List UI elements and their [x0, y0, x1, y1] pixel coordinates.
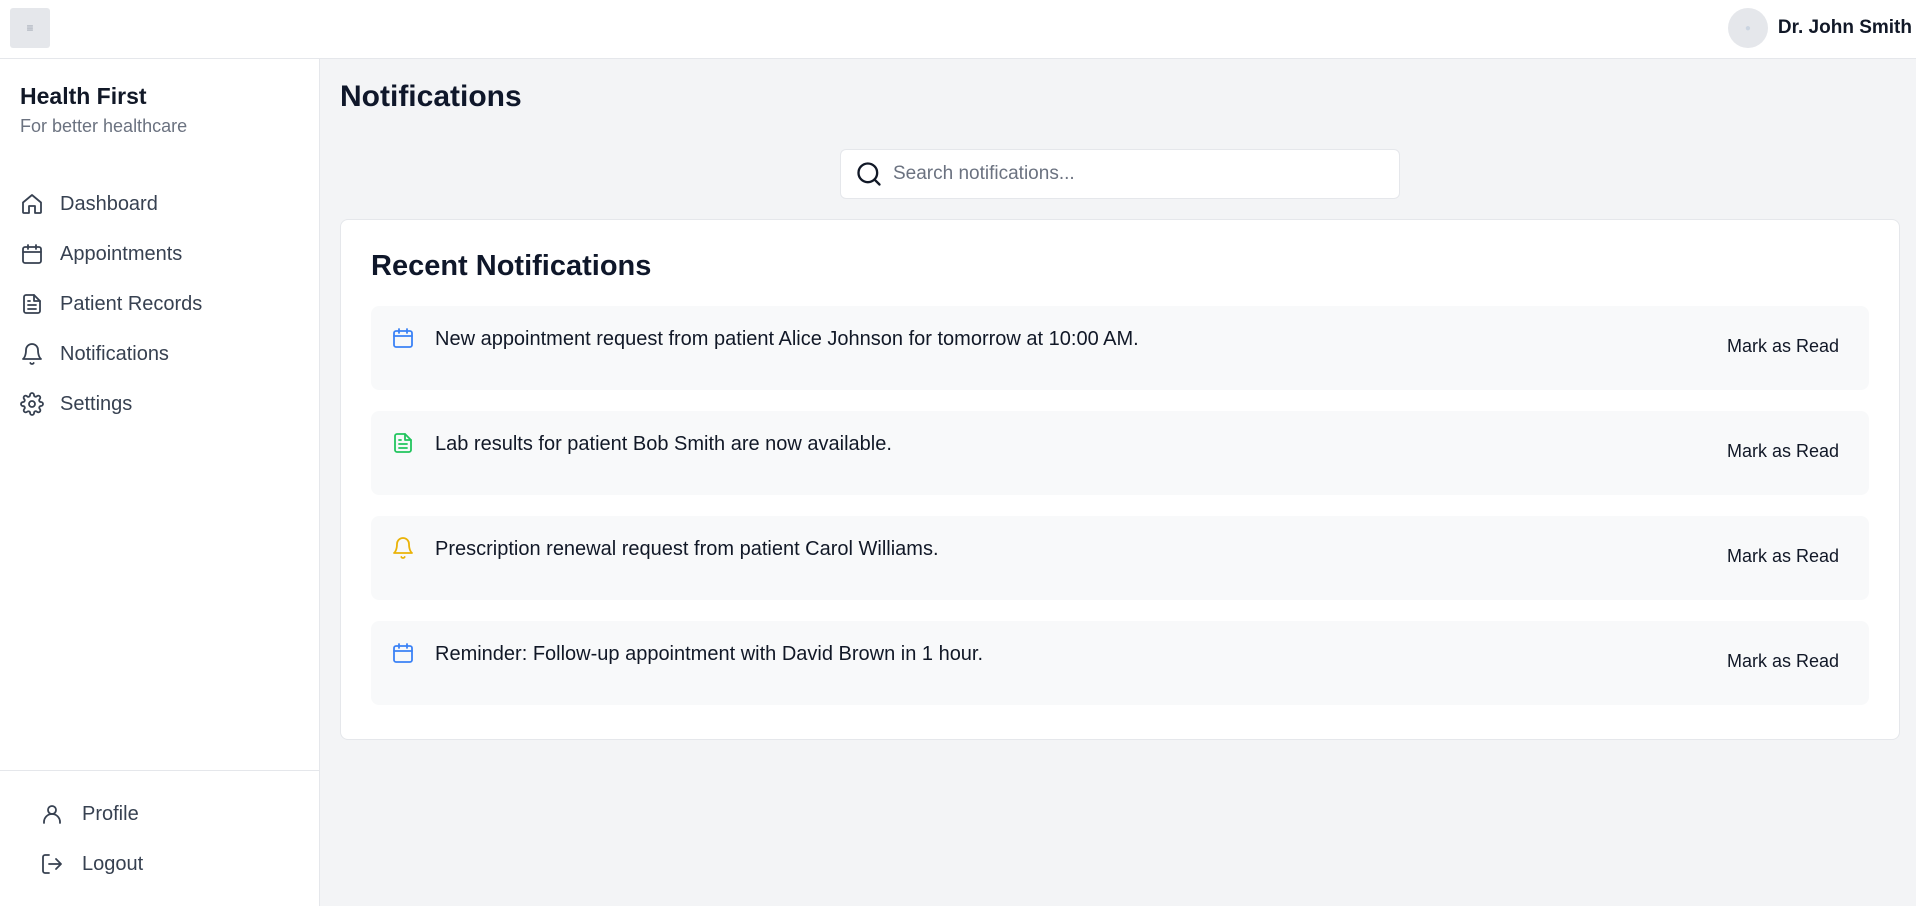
notification-item: New appointment request from patient Ali… [371, 306, 1869, 390]
brand: Health First For better healthcare [20, 83, 187, 137]
page-title: Notifications [340, 80, 522, 113]
notifications-card: Recent Notifications New appointment req… [340, 219, 1900, 740]
bell-icon [393, 537, 413, 559]
notification-item: Prescription renewal request from patien… [371, 516, 1869, 600]
calendar-icon [393, 643, 413, 663]
calendar-icon [22, 244, 42, 264]
top-bar: ≡ ● Dr. John Smith [0, 0, 1916, 59]
sidebar-item-label: Appointments [60, 242, 183, 265]
sidebar: Health First For better healthcare Dashb… [0, 59, 320, 906]
search-box[interactable] [840, 149, 1400, 199]
bell-icon [22, 343, 42, 365]
mark-as-read-button[interactable]: Mark as Read [1727, 336, 1839, 357]
search-input[interactable] [893, 163, 1373, 185]
gear-icon [20, 392, 44, 416]
logout-icon [42, 854, 62, 874]
card-title: Recent Notifications [371, 250, 652, 282]
sidebar-item-label: Logout [82, 852, 144, 875]
search-icon [857, 162, 881, 186]
sidebar-item-profile[interactable]: Profile [40, 789, 320, 839]
user-avatar-icon: ● [1744, 22, 1751, 34]
sidebar-item-label: Patient Records [60, 292, 203, 315]
mark-as-read-button[interactable]: Mark as Read [1727, 651, 1839, 672]
sidebar-item-logout[interactable]: Logout [40, 839, 320, 889]
sidebar-nav: Dashboard Appointments Patient Records N… [20, 179, 300, 429]
notification-list: New appointment request from patient Ali… [371, 306, 1869, 705]
sidebar-item-label: Profile [82, 802, 139, 825]
document-icon [394, 433, 412, 453]
sidebar-item-label: Dashboard [60, 192, 158, 215]
notification-text: Reminder: Follow-up appointment with Dav… [435, 643, 984, 665]
sidebar-item-notifications[interactable]: Notifications [20, 329, 300, 379]
menu-toggle-button[interactable]: ≡ [10, 8, 50, 48]
notification-text: Prescription renewal request from patien… [435, 538, 939, 560]
calendar-icon [393, 328, 413, 348]
sidebar-item-settings[interactable]: Settings [20, 379, 300, 429]
notification-text: Lab results for patient Bob Smith are no… [435, 433, 892, 455]
menu-icon: ≡ [26, 21, 34, 35]
sidebar-footer: Profile Logout [0, 770, 320, 906]
sidebar-item-label: Notifications [60, 342, 169, 365]
sidebar-item-appointments[interactable]: Appointments [20, 229, 300, 279]
mark-as-read-button[interactable]: Mark as Read [1727, 441, 1839, 462]
notification-text: New appointment request from patient Ali… [435, 328, 1139, 350]
brand-title: Health First [20, 83, 147, 109]
sidebar-item-label: Settings [60, 392, 133, 415]
sidebar-item-dashboard[interactable]: Dashboard [20, 179, 300, 229]
user-menu[interactable]: ● Dr. John Smith [1727, 8, 1912, 48]
notification-item: Reminder: Follow-up appointment with Dav… [371, 621, 1869, 705]
home-icon [22, 194, 42, 214]
user-icon [43, 805, 61, 824]
brand-subtitle: For better healthcare [20, 116, 188, 136]
document-icon [23, 294, 41, 314]
avatar[interactable]: ● [1727, 8, 1768, 48]
mark-as-read-button[interactable]: Mark as Read [1727, 546, 1839, 567]
notification-item: Lab results for patient Bob Smith are no… [371, 411, 1869, 495]
user-name: Dr. John Smith [1777, 17, 1912, 38]
sidebar-item-patient-records[interactable]: Patient Records [20, 279, 300, 329]
